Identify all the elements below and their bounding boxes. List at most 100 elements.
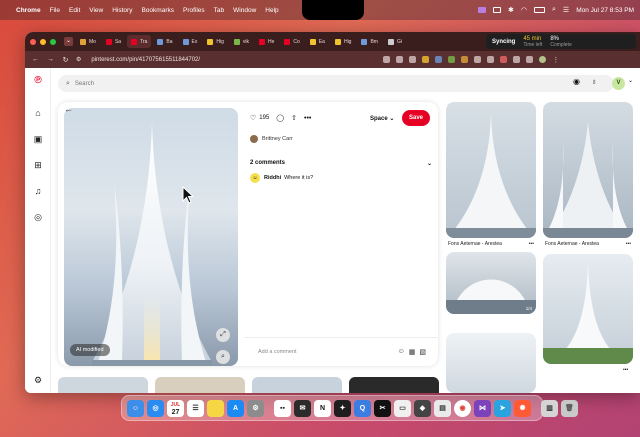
safari-icon[interactable]: ◎ xyxy=(147,399,164,417)
finder-icon[interactable]: ☺ xyxy=(127,399,144,417)
back-arrow-icon[interactable]: ← xyxy=(64,104,73,114)
browser-tab[interactable]: Sa xyxy=(102,35,125,48)
browser-tab[interactable]: Ea xyxy=(306,35,329,48)
close-window-button[interactable] xyxy=(30,38,36,45)
menu-app-name[interactable]: Chrome xyxy=(16,7,41,14)
more-options-icon[interactable]: ••• xyxy=(626,241,631,247)
dice-icon[interactable]: ▪▪ xyxy=(274,399,291,417)
tab-search-icon[interactable]: ⌄ xyxy=(64,37,73,46)
minimize-window-button[interactable] xyxy=(40,38,46,45)
commenter-avatar[interactable]: ☺ xyxy=(250,173,260,183)
bookmark-star-icon[interactable] xyxy=(409,56,417,63)
comment-icon[interactable]: ◯ xyxy=(276,114,284,122)
related-pin-1[interactable] xyxy=(446,102,536,238)
reminders-icon[interactable]: ☰ xyxy=(187,399,204,417)
messages-icon[interactable]: ◎ xyxy=(33,212,43,222)
extension-icon-4[interactable] xyxy=(461,56,469,63)
menubar-datetime[interactable]: Mon Jul 27 8:53 PM xyxy=(576,7,634,14)
calendar-icon[interactable]: JUL 27 xyxy=(167,399,184,417)
expand-icon[interactable]: ⤢ xyxy=(216,328,230,342)
browser-tab[interactable]: He xyxy=(255,35,278,48)
related-pin-3[interactable]: 1/4 xyxy=(446,252,536,314)
more-options-icon[interactable]: ••• xyxy=(304,115,311,122)
home-icon[interactable]: ⌂ xyxy=(33,108,43,118)
site-info-icon[interactable]: ⚙ xyxy=(76,56,81,63)
related-pin-4[interactable] xyxy=(543,254,633,364)
manager-icon[interactable]: ▤ xyxy=(434,399,451,417)
extension-icon-1[interactable] xyxy=(422,56,430,63)
maximize-window-button[interactable] xyxy=(50,38,56,45)
figma-icon[interactable]: ✦ xyxy=(334,399,351,417)
quicktime-icon[interactable]: Q xyxy=(354,399,371,417)
visualstudio-icon[interactable]: ⋈ xyxy=(474,399,491,417)
control-center-icon[interactable]: ☰ xyxy=(563,6,569,14)
sandbox-icon[interactable]: ◆ xyxy=(414,399,431,417)
explore-icon[interactable]: ▣ xyxy=(33,134,43,144)
image-upload-icon[interactable]: ▧ xyxy=(419,348,426,356)
extension-icon-2[interactable] xyxy=(435,56,443,63)
mail-icon[interactable]: ✉ xyxy=(294,399,311,417)
browser-tab[interactable]: vik xyxy=(230,35,253,48)
wifi-icon[interactable]: ◠ xyxy=(521,6,527,14)
browser-tab[interactable]: Ba xyxy=(153,35,176,48)
menu-item-bookmarks[interactable]: Bookmarks xyxy=(141,7,174,14)
comments-header[interactable]: 2 comments ⌄ xyxy=(250,160,432,167)
profile-icon[interactable] xyxy=(539,56,547,63)
display-icon[interactable] xyxy=(493,7,501,13)
chrome-icon[interactable]: ◉ xyxy=(454,399,471,417)
browser-tab[interactable]: Ex xyxy=(179,35,202,48)
chevron-down-icon[interactable]: ⌄ xyxy=(427,160,432,167)
extension-icon-6[interactable] xyxy=(487,56,495,63)
create-icon[interactable]: ⊞ xyxy=(33,160,43,170)
extension-icon-8[interactable] xyxy=(513,56,521,63)
screen-record-icon[interactable] xyxy=(478,7,486,13)
notifications-bell-icon[interactable]: ♫ xyxy=(33,186,43,196)
add-comment-field[interactable]: Add a comment ☺ ▦ ▧ xyxy=(244,337,438,365)
trash-icon[interactable]: 🗑 xyxy=(561,399,578,417)
like-heart-icon[interactable]: ♡ xyxy=(250,114,256,122)
appstore-icon[interactable]: A xyxy=(227,399,244,417)
browser-tab[interactable]: Mo xyxy=(76,35,100,48)
extension-icon-3[interactable] xyxy=(448,56,456,63)
settings-gear-icon[interactable]: ⚙ xyxy=(33,375,43,385)
forward-arrow-icon[interactable]: → xyxy=(46,56,55,63)
related-pin-5[interactable] xyxy=(446,333,536,393)
menu-item-tab[interactable]: Tab xyxy=(214,7,224,14)
menu-item-edit[interactable]: Edit xyxy=(69,7,80,14)
screen-icon[interactable]: ▭ xyxy=(394,399,411,417)
search-input[interactable]: Search xyxy=(75,81,94,87)
translate-icon[interactable] xyxy=(396,56,404,63)
share-icon[interactable]: ⇧ xyxy=(291,114,297,122)
back-arrow-icon[interactable]: ← xyxy=(31,56,40,63)
camera-search-icon[interactable]: ◉ xyxy=(573,77,580,86)
microphone-icon[interactable]: ♁ xyxy=(591,77,597,86)
board-dropdown[interactable]: Space ⌄ xyxy=(370,115,394,122)
save-button[interactable]: Save xyxy=(402,110,431,126)
browser-tab[interactable]: Co xyxy=(280,35,303,48)
menu-item-profiles[interactable]: Profiles xyxy=(183,7,205,14)
browser-tab[interactable]: Hig xyxy=(331,35,356,48)
search-bar[interactable]: ⌕ Search xyxy=(58,75,614,92)
more-options-icon[interactable]: ••• xyxy=(529,241,534,247)
related-pin-caption-1[interactable]: Fons Aeternae - Arestea ••• xyxy=(448,241,534,247)
more-pin-2[interactable] xyxy=(155,377,245,393)
reload-icon[interactable]: ↻ xyxy=(61,56,70,64)
more-pin-4[interactable] xyxy=(349,377,439,393)
add-comment-input[interactable]: Add a comment xyxy=(258,349,297,355)
ai-modified-badge[interactable]: AI modified xyxy=(70,344,110,356)
commenter-name[interactable]: Riddhi xyxy=(264,175,281,181)
sticker-icon[interactable]: ▦ xyxy=(409,348,416,356)
pin-image[interactable]: AI modified ⤢ ⌕ xyxy=(64,108,238,366)
browser-tab[interactable]: Hig xyxy=(203,35,228,48)
more-pin-1[interactable] xyxy=(58,377,148,393)
search-menubar-icon[interactable]: ⌕ xyxy=(552,6,556,14)
menu-item-file[interactable]: File xyxy=(50,7,60,14)
pinterest-logo-icon[interactable]: ℗ xyxy=(33,76,43,86)
menu-item-window[interactable]: Window xyxy=(233,7,256,14)
related-pin-2[interactable] xyxy=(543,102,633,238)
url-field[interactable]: pinterest.com/pin/417075615511844702/ xyxy=(87,57,377,63)
battery-icon[interactable] xyxy=(533,7,545,13)
chrome-menu-icon[interactable]: ⋮ xyxy=(552,56,559,64)
settings-icon[interactable]: ⚙ xyxy=(247,399,264,417)
install-app-icon[interactable] xyxy=(383,56,391,63)
